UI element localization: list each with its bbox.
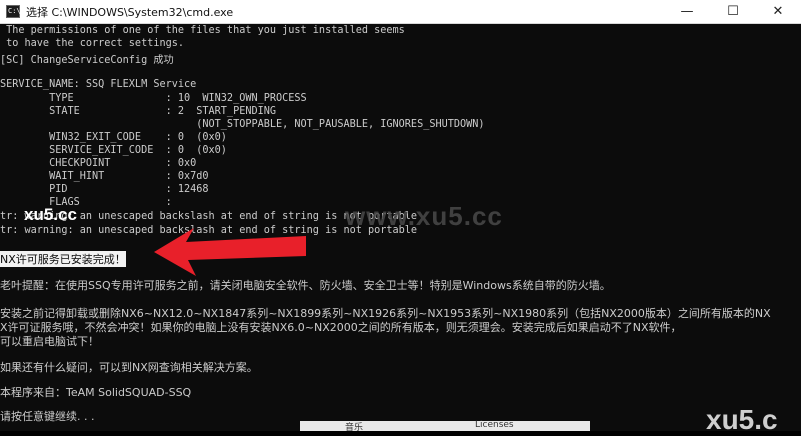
cmd-icon: C:\	[6, 5, 21, 18]
console-line: TYPE : 10 WIN32_OWN_PROCESS	[0, 93, 307, 104]
window-titlebar[interactable]: C:\ 选择 C:\WINDOWS\System32\cmd.exe — ☐ ✕	[0, 0, 801, 24]
console-line: STATE : 2 START_PENDING	[0, 106, 277, 117]
minimize-button[interactable]: —	[664, 0, 710, 24]
uninstall-note: 可以重启电脑试下！	[0, 335, 99, 348]
console-line: SERVICE_EXIT_CODE : 0 (0x0)	[0, 145, 227, 156]
console-line: [SC] ChangeServiceConfig 成功	[0, 55, 174, 66]
console-line: tr: warning: an unescaped backslash at e…	[0, 211, 418, 222]
console-line: FLAGS :	[0, 197, 172, 208]
window-title: 选择 C:\WINDOWS\System32\cmd.exe	[26, 6, 234, 19]
console-line: (NOT_STOPPABLE, NOT_PAUSABLE, IGNORES_SH…	[0, 119, 485, 130]
press-any-key-prompt: 请按任意键继续. . .	[0, 410, 95, 423]
console-output[interactable]: The permissions of one of the files that…	[0, 24, 801, 431]
maximize-button[interactable]: ☐	[710, 0, 756, 24]
console-line: WAIT_HINT : 0x7d0	[0, 171, 209, 182]
console-line: WIN32_EXIT_CODE : 0 (0x0)	[0, 132, 227, 143]
console-line: CHECKPOINT : 0x0	[0, 158, 197, 169]
console-line: SERVICE_NAME: SSQ FLEXLM Service	[0, 79, 197, 90]
firewall-tip: 老叶提醒：在使用SSQ专用许可服务之前，请关闭电脑安全软件、防火墙、安全卫士等！…	[0, 279, 611, 292]
console-line: PID : 12468	[0, 184, 209, 195]
red-arrow-annotation	[154, 228, 306, 276]
uninstall-note: X许可证服务哦，不然会冲突！如果你的电脑上没有安装NX6.0~NX2000之间的…	[0, 321, 682, 334]
taskbar-item-licenses[interactable]: Licenses	[475, 420, 514, 430]
close-button[interactable]: ✕	[755, 0, 801, 24]
taskbar-item-music[interactable]: 音乐	[345, 420, 363, 433]
taskbar-strip: 音乐 Licenses	[300, 420, 590, 433]
source-note: 本程序来自：TeAM SolidSQUAD-SSQ	[0, 386, 192, 399]
help-note: 如果还有什么疑问，可以到NX网查询相关解决方案。	[0, 361, 258, 374]
console-line: The permissions of one of the files that…	[0, 25, 405, 36]
console-line: to have the correct settings.	[0, 38, 185, 49]
arrow-shape	[154, 228, 306, 276]
install-complete-message: NX许可服务已安装完成！	[0, 251, 126, 267]
